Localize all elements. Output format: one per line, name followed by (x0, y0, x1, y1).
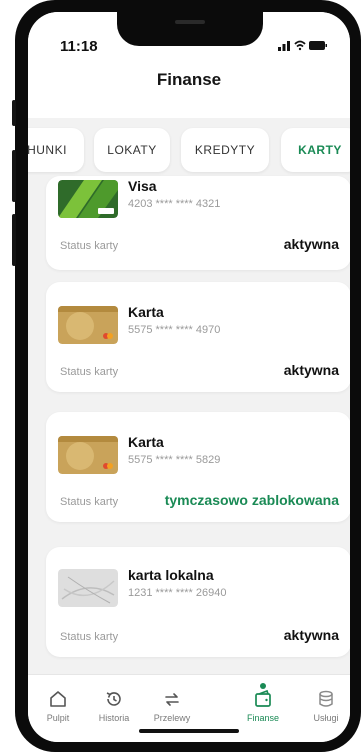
home-icon (50, 691, 66, 707)
nav-finanse[interactable]: Finanse (233, 689, 293, 723)
card-number: 5575 **** **** 4970 (128, 324, 221, 336)
app-screen: 11:18 Finanse HUNKI LOKATY KREDYTY KARTY (28, 12, 350, 742)
tab-kredyty[interactable]: KREDYTY (181, 128, 269, 172)
card-name: karta lokalna (128, 567, 214, 583)
tab-karty[interactable]: KARTY (281, 128, 350, 172)
services-icon (319, 690, 333, 707)
status-time: 11:18 (60, 38, 98, 55)
transfer-icon (165, 693, 179, 706)
card-status-blocked: tymczasowo zablokowana (164, 492, 339, 508)
nav-label: Usługi (313, 713, 339, 723)
card-number: 5575 **** **** 5829 (128, 454, 221, 466)
local-card-image (58, 569, 118, 607)
wallet-icon (255, 689, 271, 707)
history-icon (106, 692, 121, 706)
status-label: Status karty (60, 240, 119, 252)
card-status: aktywna (283, 627, 339, 643)
status-icons (278, 40, 327, 51)
nav-label: Historia (98, 713, 130, 723)
mute-switch (12, 100, 16, 126)
card-status: aktywna (283, 362, 339, 378)
volume-up-button (12, 150, 16, 202)
nav-label: Przelewy (153, 713, 191, 723)
status-label: Status karty (60, 366, 119, 378)
nav-label: Finanse (246, 713, 280, 723)
nav-historia[interactable]: Historia (84, 689, 144, 723)
card-number: 1231 **** **** 26940 (128, 587, 227, 599)
card-number: 4203 **** **** 4321 (128, 198, 221, 210)
wifi-icon (294, 40, 306, 51)
signal-icon (278, 41, 290, 51)
card-item[interactable]: Karta 5575 **** **** 5829 Status karty t… (46, 412, 350, 522)
nav-przelewy[interactable]: Przelewy (142, 689, 202, 723)
card-name: Karta (128, 304, 164, 320)
status-bar: 11:18 (28, 12, 350, 60)
card-item[interactable]: karta lokalna 1231 **** **** 26940 Statu… (46, 547, 350, 657)
nav-uslugi[interactable]: Usługi (296, 689, 350, 723)
card-item[interactable]: Visa 4203 **** **** 4321 Status karty ak… (46, 176, 350, 270)
volume-down-button (12, 214, 16, 266)
card-name: Visa (128, 178, 157, 194)
card-status: aktywna (283, 236, 339, 252)
mastercard-gold-image (58, 436, 118, 474)
status-label: Status karty (60, 631, 119, 643)
card-item[interactable]: Karta 5575 **** **** 4970 Status karty a… (46, 282, 350, 392)
status-label: Status karty (60, 496, 119, 508)
nav-pulpit[interactable]: Pulpit (28, 689, 88, 723)
tab-rachunki[interactable]: HUNKI (28, 128, 84, 172)
tab-lokaty[interactable]: LOKATY (94, 128, 170, 172)
page-title: Finanse (156, 70, 222, 89)
visa-card-image (58, 180, 118, 218)
card-name: Karta (128, 434, 164, 450)
home-indicator[interactable] (139, 729, 239, 733)
mastercard-gold-image (58, 306, 118, 344)
battery-icon (309, 41, 327, 50)
nav-label: Pulpit (46, 713, 70, 723)
notch (117, 12, 263, 46)
